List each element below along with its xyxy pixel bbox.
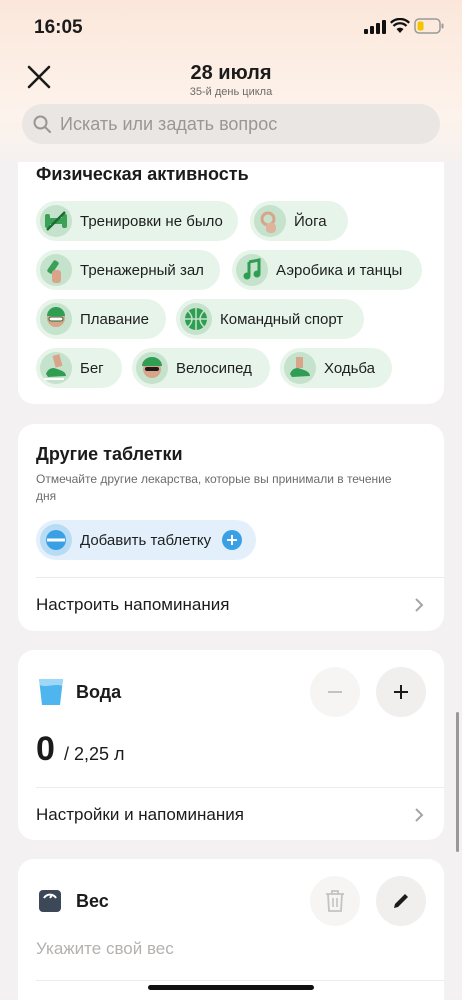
chip-aerobics[interactable]: Аэробика и танцы (232, 250, 422, 290)
chip-gym[interactable]: Тренажерный зал (36, 250, 220, 290)
water-settings-row[interactable]: Настройки и напоминания (18, 788, 444, 840)
chip-label: Командный спорт (220, 311, 344, 328)
water-target: / 2,25 л (64, 744, 125, 764)
activity-title: Физическая активность (36, 164, 249, 184)
status-time: 16:05 (34, 17, 83, 38)
plus-icon (394, 685, 408, 699)
reminders-row[interactable]: Настроить напоминания (18, 578, 444, 631)
pills-title: Другие таблетки (36, 444, 183, 464)
add-pill-label: Добавить таблетку (80, 532, 212, 549)
chip-running[interactable]: Бег (36, 348, 122, 388)
chip-walking[interactable]: Ходьба (280, 348, 392, 388)
chip-no-workout[interactable]: Тренировки не было (36, 201, 238, 241)
chevron-right-icon (415, 598, 424, 612)
water-card: Вода 0 / 2,25 л Настройки и напоминания (18, 650, 444, 840)
ball-icon (180, 303, 212, 335)
chip-label: Велосипед (176, 360, 252, 377)
weight-edit-button[interactable] (376, 876, 426, 926)
reminders-label: Настроить напоминания (36, 595, 230, 614)
wifi-icon (390, 18, 410, 33)
chip-label: Тренажерный зал (80, 262, 204, 279)
water-plus-button[interactable] (376, 667, 426, 717)
page-title: 28 июля (190, 62, 272, 84)
chip-label: Плавание (80, 311, 150, 328)
walking-shoe-icon (284, 352, 316, 384)
pencil-icon (394, 894, 408, 908)
chip-label: Йога (294, 213, 327, 230)
chevron-right-icon (415, 808, 424, 822)
weight-card: Вес Укажите свой вес (18, 859, 444, 1000)
chip-label: Бег (80, 360, 104, 377)
swimmer-icon (40, 303, 72, 335)
pill-icon (40, 524, 72, 556)
yoga-hand-icon (254, 205, 286, 237)
page-subtitle: 35-й день цикла (189, 86, 273, 98)
cellular-signal-icon (364, 20, 386, 34)
no-dumbbell-icon (40, 205, 72, 237)
trash-icon (326, 890, 344, 912)
activity-card: Физическая активность Тренировки не было… (18, 140, 444, 404)
scale-icon (39, 890, 61, 912)
divider (36, 980, 444, 981)
dumbbell-icon (40, 254, 72, 286)
chip-label: Аэробика и танцы (276, 262, 403, 279)
add-pill-button[interactable]: Добавить таблетку (36, 520, 256, 560)
plus-circle-icon (222, 530, 242, 550)
battery-low-icon (414, 18, 444, 34)
weight-delete-button[interactable] (310, 876, 360, 926)
minus-icon (328, 691, 342, 693)
search-icon (33, 115, 51, 133)
running-shoe-icon (40, 352, 72, 384)
search-input[interactable] (60, 104, 430, 144)
water-settings-label: Настройки и напоминания (36, 805, 244, 824)
pills-card: Другие таблетки Отмечайте другие лекарст… (18, 424, 444, 631)
weight-placeholder[interactable]: Укажите свой вес (36, 939, 174, 959)
water-glass-icon (39, 679, 63, 705)
water-current: 0 (36, 730, 55, 768)
chip-label: Ходьба (324, 360, 376, 377)
weight-title: Вес (76, 891, 109, 911)
scrollbar[interactable] (456, 712, 459, 852)
search-bar[interactable] (22, 104, 440, 144)
chip-yoga[interactable]: Йога (250, 201, 348, 241)
top-bar: 16:05 28 июля 35-й день цикла (0, 0, 462, 162)
chip-label: Тренировки не было (80, 213, 223, 230)
water-minus-button[interactable] (310, 667, 360, 717)
status-bar: 16:05 (0, 0, 462, 52)
chip-cycling[interactable]: Велосипед (132, 348, 270, 388)
water-title: Вода (76, 682, 122, 702)
cyclist-icon (136, 352, 168, 384)
pills-description: Отмечайте другие лекарства, которые вы п… (36, 472, 392, 503)
chip-swimming[interactable]: Плавание (36, 299, 166, 339)
chip-team-sport[interactable]: Командный спорт (176, 299, 364, 339)
home-indicator[interactable] (148, 985, 314, 990)
music-note-icon (236, 254, 268, 286)
